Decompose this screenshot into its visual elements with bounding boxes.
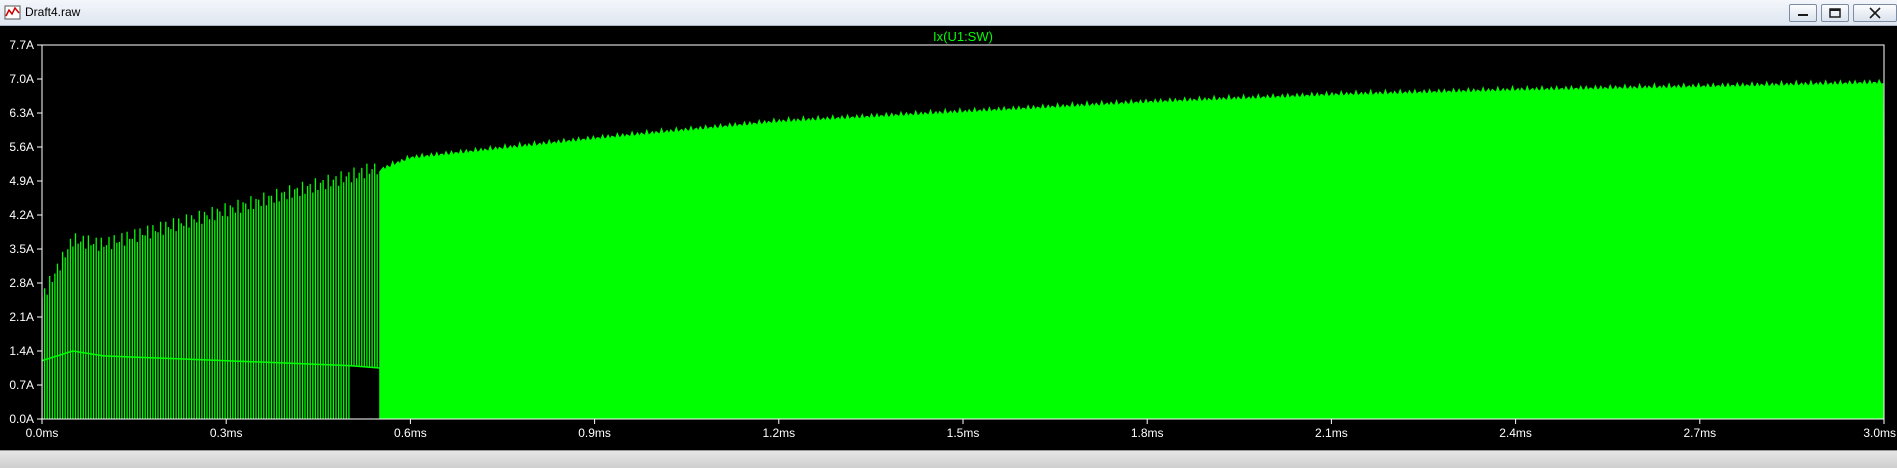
y-tick-label: 7.7A (9, 38, 34, 52)
y-tick-label: 0.7A (9, 378, 34, 392)
trace-fill (379, 78, 1884, 419)
y-tick-label: 3.5A (9, 242, 34, 256)
x-tick-label: 0.6ms (394, 426, 427, 440)
x-tick-label: 3.0ms (1863, 426, 1896, 440)
window-titlebar: Draft4.raw (0, 0, 1897, 26)
y-tick-label: 5.6A (9, 140, 34, 154)
y-tick-label: 7.0A (9, 72, 34, 86)
close-icon (1869, 7, 1881, 19)
y-tick-label: 4.9A (9, 174, 34, 188)
y-tick-label: 6.3A (9, 106, 34, 120)
waveform-chart[interactable]: Ix(U1:SW) 0.0A 0.7A 1.4A 2.1A 2.8A 3.5A 4.2A 4.9… (0, 26, 1897, 450)
x-tick-label: 0.9ms (578, 426, 611, 440)
restore-icon (1829, 8, 1841, 18)
x-tick-label: 0.0ms (26, 426, 59, 440)
waveform-app-icon (4, 5, 21, 20)
y-tick-label: 1.4A (9, 344, 34, 358)
window-title: Draft4.raw (25, 5, 81, 19)
x-tick-label: 1.2ms (762, 426, 795, 440)
y-tick-label: 0.0A (9, 412, 34, 426)
x-tick-label: 2.4ms (1499, 426, 1532, 440)
restore-button[interactable] (1821, 4, 1849, 22)
trace-baseline (42, 350, 380, 369)
trace-spikes (42, 163, 378, 419)
status-strip (0, 450, 1897, 468)
y-tick-label: 4.2A (9, 208, 34, 222)
y-tick-label: 2.8A (9, 276, 34, 290)
close-button[interactable] (1853, 4, 1897, 22)
trace-title-label: Ix(U1:SW) (933, 29, 993, 44)
x-tick-label: 2.1ms (1315, 426, 1348, 440)
minimize-icon (1798, 14, 1808, 16)
y-tick-label: 2.1A (9, 310, 34, 324)
trace-series-ix-u1-sw (42, 78, 1884, 419)
plot-pane[interactable]: Ix(U1:SW) 0.0A 0.7A 1.4A 2.1A 2.8A 3.5A 4.2A 4.9… (0, 26, 1897, 450)
x-tick-label: 1.5ms (947, 426, 980, 440)
minimize-button[interactable] (1789, 4, 1817, 22)
x-tick-label: 2.7ms (1683, 426, 1716, 440)
x-tick-label: 1.8ms (1131, 426, 1164, 440)
x-tick-label: 0.3ms (210, 426, 243, 440)
